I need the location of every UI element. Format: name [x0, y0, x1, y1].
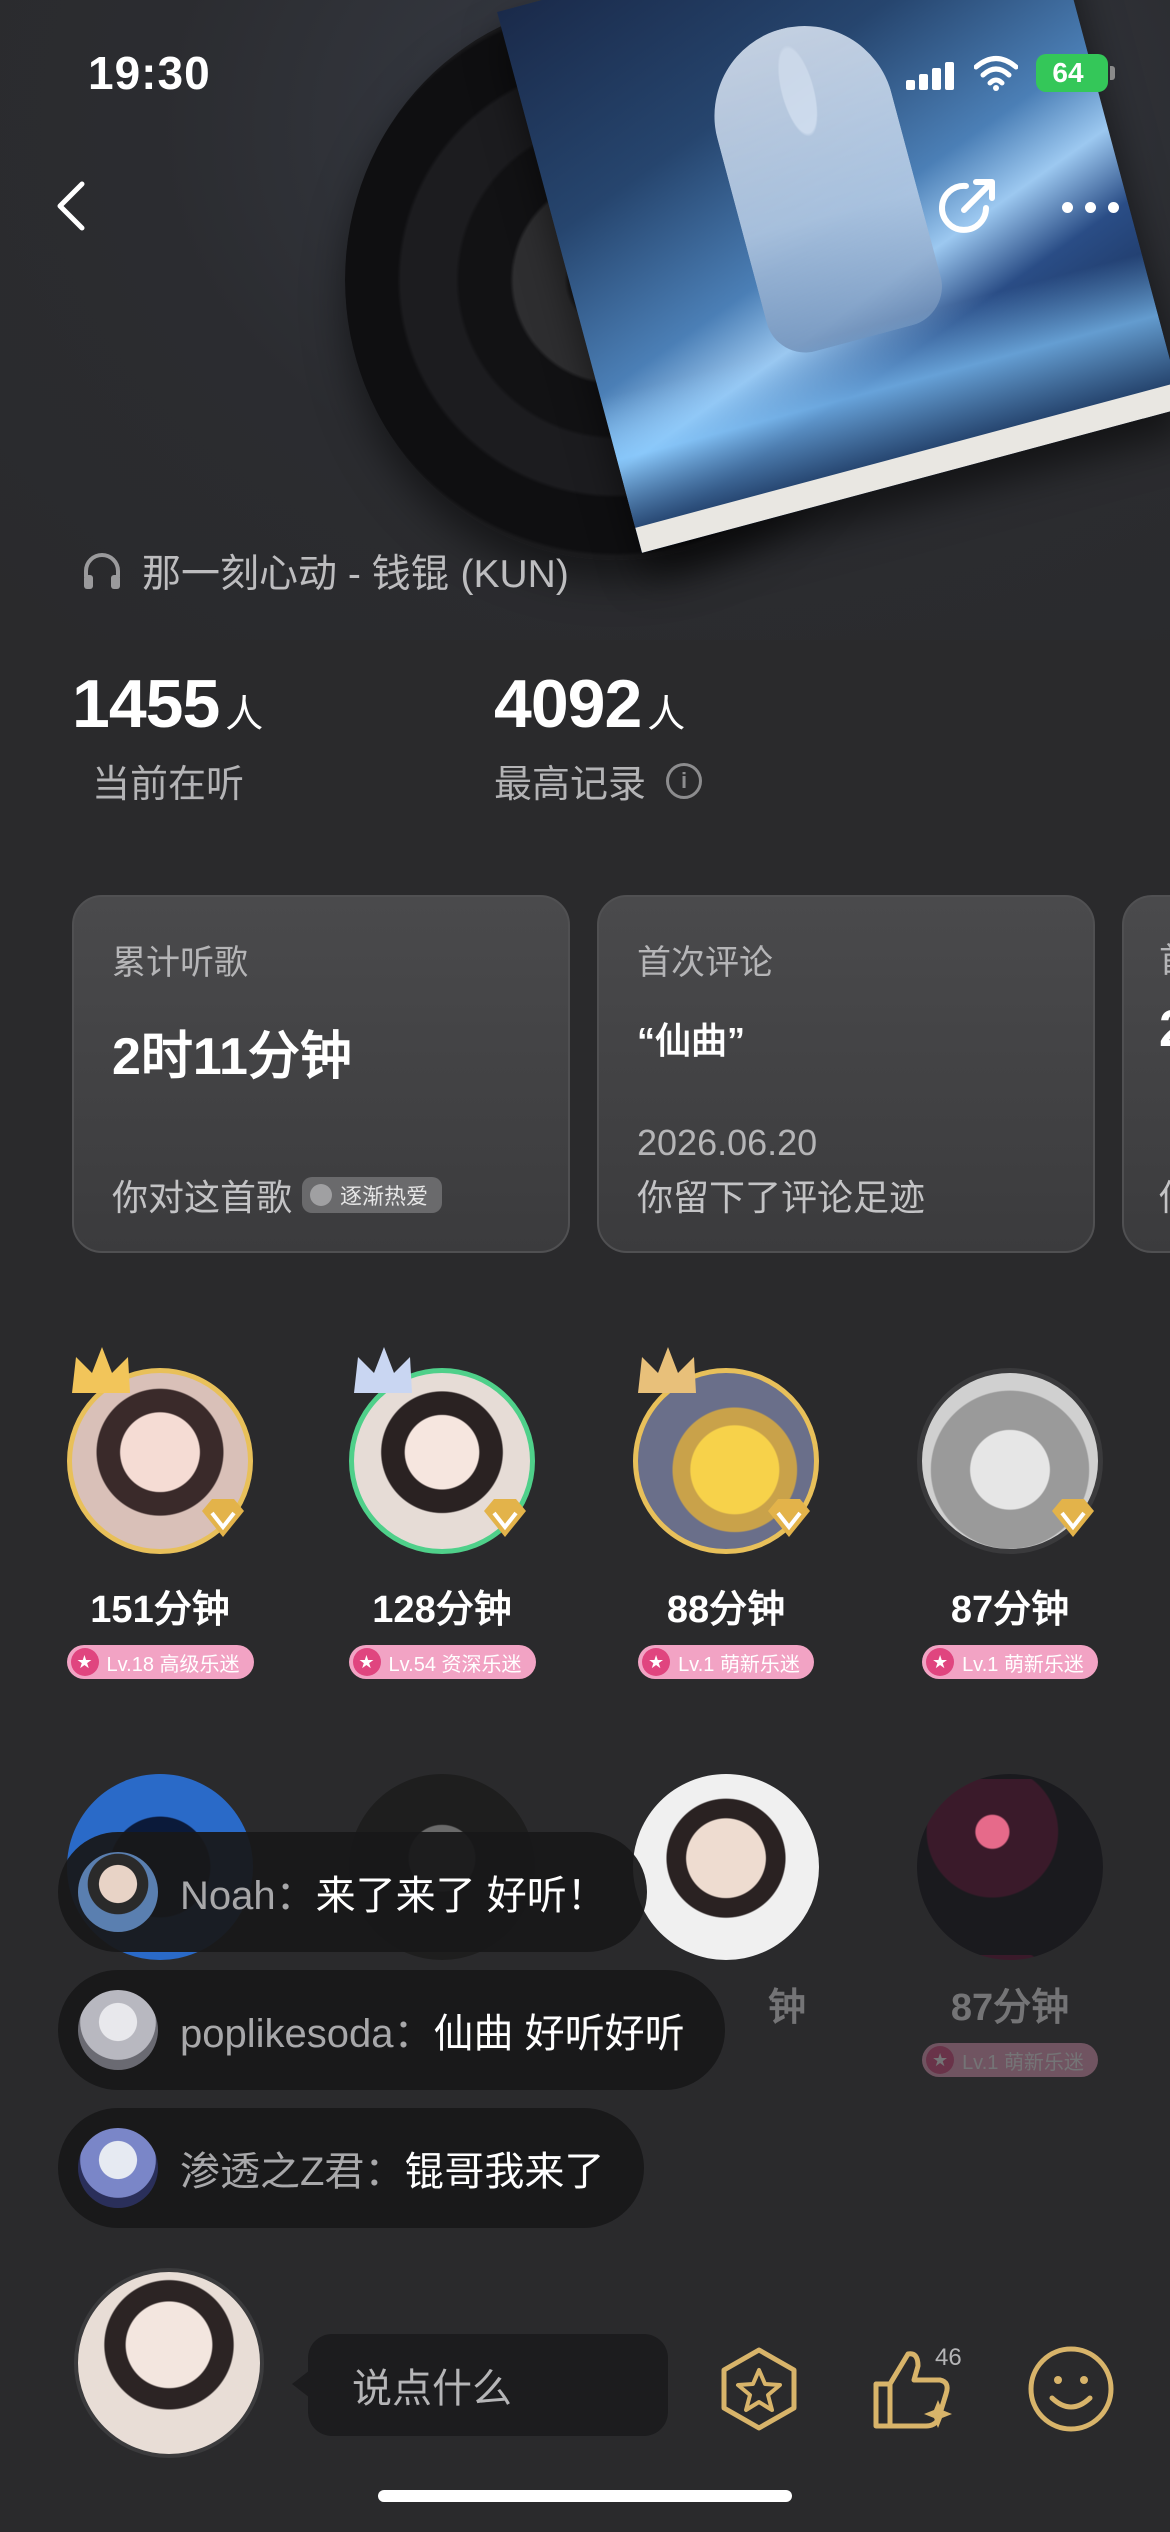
peak-record-count: 4092 — [494, 666, 642, 742]
listener-item[interactable]: 128分钟 ★ Lv.54 资深乐迷 — [312, 1347, 572, 1679]
flame-icon — [310, 1184, 333, 1206]
share-icon[interactable] — [930, 172, 1002, 244]
listener-minutes: 87分钟 — [950, 1987, 1070, 2029]
level-label: Lv.1 萌新乐迷 — [962, 1653, 1084, 1676]
comment-text: 锟哥我来了 — [404, 2150, 605, 2194]
total-listening-card[interactable]: 累计听歌 2时11分钟 你对这首歌 逐渐热爱 — [72, 895, 570, 1253]
comment-username: poplikesoda： — [180, 2012, 434, 2056]
silver-crown-icon — [354, 1347, 412, 1393]
avatar — [633, 1347, 819, 1554]
listener-minutes: 88分钟 — [666, 1589, 786, 1631]
star-icon: ★ — [70, 1648, 99, 1676]
card-footer-text: 你对这首歌 — [112, 1177, 293, 1218]
gold-crown-icon — [72, 1347, 130, 1393]
star-icon: ★ — [352, 1648, 381, 1676]
level-label: Lv.1 萌新乐迷 — [678, 1653, 800, 1676]
wifi-icon — [974, 56, 1018, 91]
live-comment[interactable]: Noah： 来了来了 好听！ — [58, 1832, 647, 1952]
listener-minutes: 87分钟 — [950, 1589, 1070, 1631]
avatar — [917, 1368, 1103, 1554]
listener-item[interactable]: 87分钟 ★ Lv.1 萌新乐迷 — [880, 1368, 1140, 1679]
my-avatar[interactable] — [74, 2268, 264, 2458]
vip-badge-icon — [202, 1499, 244, 1537]
bronze-crown-icon — [638, 1347, 696, 1393]
more-options-icon[interactable] — [1056, 192, 1126, 222]
vip-badge-icon — [484, 1499, 526, 1537]
listener-minutes: 128分钟 — [372, 1589, 512, 1631]
current-listeners: 1455 人 当前在听 — [72, 665, 263, 808]
first-comment-quote: “仙曲” — [637, 1020, 746, 1061]
home-indicator — [378, 2490, 792, 2502]
affinity-tag-label: 逐渐热爱 — [340, 1184, 429, 1209]
star-badge-icon[interactable] — [714, 2344, 804, 2434]
song-title: 那一刻心动 - 钱锟 (KUN) — [142, 553, 569, 596]
level-label: Lv.54 资深乐迷 — [388, 1653, 522, 1676]
listener-item[interactable]: 87分钟 ★ Lv.1 萌新乐迷 — [880, 1774, 1140, 2077]
comment-avatar — [78, 1990, 158, 2070]
first-comment-card[interactable]: 首次评论 “仙曲” 2026.06.20 你留下了评论足迹 — [597, 895, 1095, 1253]
level-label: Lv.18 高级乐迷 — [106, 1653, 240, 1676]
level-badge: ★ Lv.1 萌新乐迷 — [922, 1645, 1098, 1679]
peak-record-label: 最高记录 — [494, 764, 647, 806]
current-listeners-unit: 人 — [225, 694, 264, 736]
song-info[interactable]: 那一刻心动 - 钱锟 (KUN) — [80, 545, 569, 597]
comment-input-placeholder: 说点什么 — [352, 2367, 512, 2411]
cellular-signal-icon — [906, 62, 958, 90]
listener-item[interactable]: 151分钟 ★ Lv.18 高级乐迷 — [30, 1347, 290, 1679]
level-badge: ★ Lv.1 萌新乐迷 — [638, 1645, 814, 1679]
level-badge: ★ Lv.1 萌新乐迷 — [922, 2043, 1098, 2077]
level-badge: ★ Lv.54 资深乐迷 — [348, 1645, 536, 1679]
avatar — [633, 1774, 819, 1960]
current-listeners-label: 当前在听 — [92, 764, 245, 806]
comment-input[interactable]: 说点什么 — [292, 2334, 668, 2436]
headphones-icon — [84, 553, 120, 589]
avatar — [917, 1774, 1103, 1960]
card-footer-text: 你 — [1159, 1169, 1170, 1221]
comment-avatar — [78, 1852, 158, 1932]
vip-badge-icon — [1052, 1499, 1094, 1537]
status-time: 19:30 — [88, 47, 211, 99]
card-title: 首次评论 — [637, 944, 773, 982]
listener-minutes: 151分钟 — [90, 1589, 230, 1631]
avatar — [67, 1347, 253, 1554]
level-badge: ★ Lv.18 高级乐迷 — [66, 1645, 254, 1679]
affinity-tag: 逐渐热爱 — [302, 1177, 443, 1213]
live-comment[interactable]: poplikesoda： 仙曲 好听好听 — [58, 1970, 725, 2090]
next-card-peek[interactable]: 首 2 你 — [1122, 895, 1170, 1253]
card-title: 首 — [1159, 933, 1170, 982]
status-bar: 19:30 64 — [0, 0, 1170, 140]
back-icon[interactable] — [44, 176, 104, 236]
star-icon: ★ — [642, 1648, 671, 1676]
total-listening-time: 2时11分钟 — [112, 1028, 352, 1086]
avatar — [349, 1347, 535, 1554]
comment-username: Noah： — [180, 1874, 316, 1918]
level-label: Lv.1 萌新乐迷 — [962, 2051, 1084, 2074]
card-footer: 你留下了评论足迹 — [637, 1169, 925, 1221]
live-comment[interactable]: 渗透之Z君： 锟哥我来了 — [58, 2108, 645, 2228]
vip-badge-icon — [768, 1499, 810, 1537]
battery-indicator: 64 — [1036, 54, 1115, 92]
peak-record-unit: 人 — [647, 694, 686, 736]
card-footer: 你对这首歌 逐渐热爱 — [112, 1169, 443, 1221]
star-icon: ★ — [926, 2046, 955, 2074]
comment-text: 仙曲 好听好听 — [433, 2012, 685, 2056]
card-value: 2 — [1159, 999, 1170, 1059]
like-count: 46 — [935, 2344, 962, 2371]
info-icon[interactable]: i — [666, 762, 703, 799]
comment-avatar — [78, 2128, 158, 2208]
emoji-icon[interactable] — [1026, 2344, 1116, 2434]
comment-text: 来了来了 好听！ — [315, 1874, 607, 1918]
card-title: 累计听歌 — [112, 944, 248, 982]
peak-record-label-row: 最高记录 i — [494, 753, 703, 808]
card-footer-text: 你留下了评论足迹 — [637, 1177, 926, 1218]
peak-record: 4092 人 最高记录 i — [494, 665, 703, 808]
first-comment-date: 2026.06.20 — [637, 1122, 818, 1163]
comment-username: 渗透之Z君： — [180, 2150, 405, 2194]
star-icon: ★ — [926, 1648, 955, 1676]
listener-item[interactable]: 88分钟 ★ Lv.1 萌新乐迷 — [596, 1347, 856, 1679]
current-listeners-count: 1455 — [72, 666, 220, 742]
